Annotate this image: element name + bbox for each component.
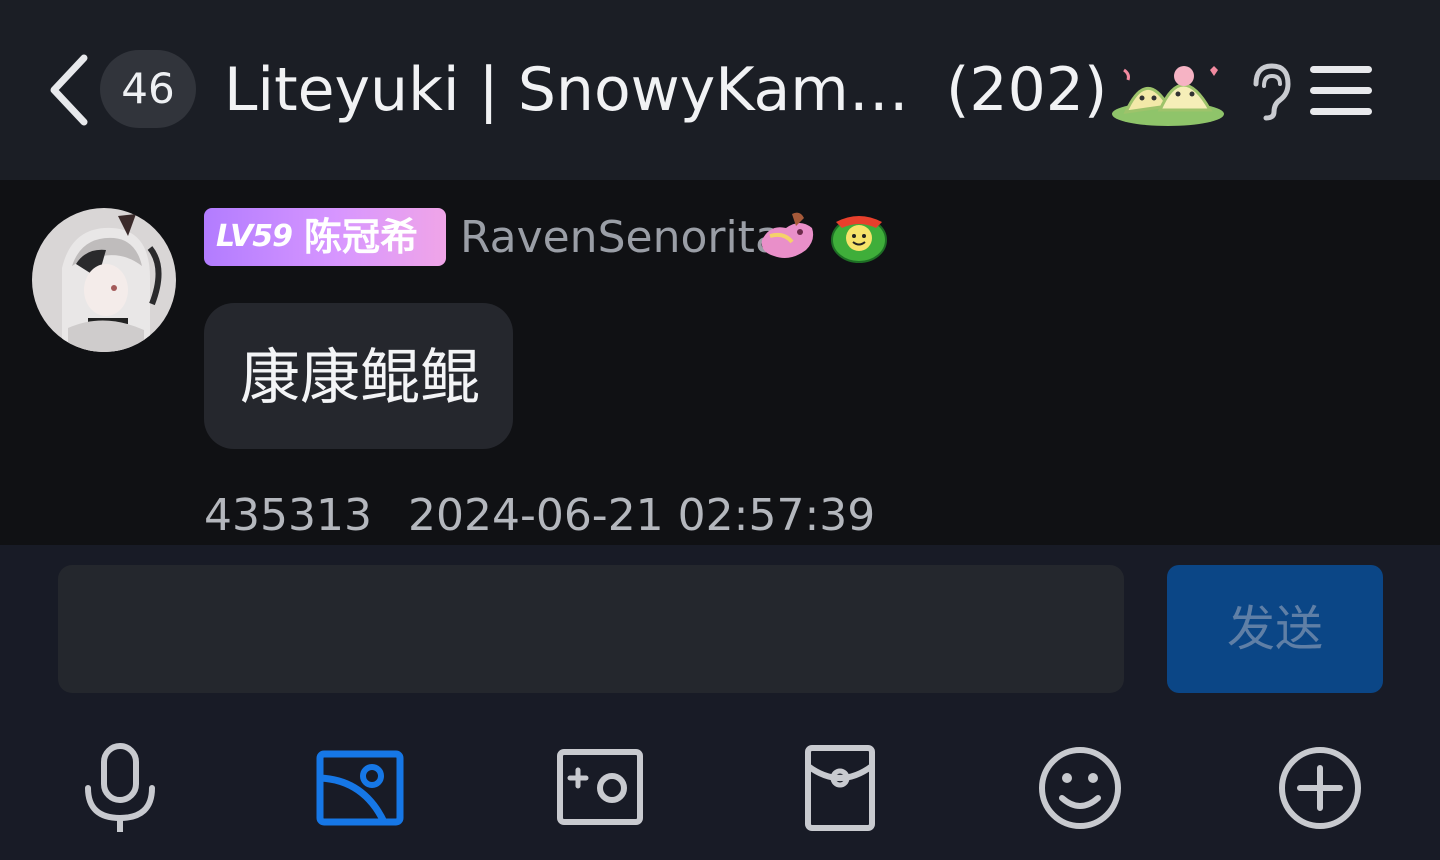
member-count: (202) (946, 55, 1108, 125)
level-text: LV59 (216, 219, 293, 254)
avatar[interactable] (32, 208, 176, 352)
image-icon[interactable] (312, 740, 408, 836)
plus-icon[interactable] (1272, 740, 1368, 836)
rank-title: 陈冠希 (304, 215, 419, 259)
red-packet-icon[interactable] (792, 740, 888, 836)
zongzi-sticker-icon[interactable] (1106, 52, 1230, 130)
frog-sticker-icon (831, 216, 887, 263)
message-timestamp: 2024-06-21 02:57:39 (407, 490, 876, 541)
group-title[interactable]: Liteyuki | SnowyKami |… (224, 52, 914, 128)
emoji-icon[interactable] (1032, 740, 1128, 836)
message-text: 康康鲲鲲 (240, 343, 480, 413)
send-button[interactable]: 发送 (1167, 565, 1383, 693)
level-badge: LV59 陈冠希 (204, 208, 446, 266)
message-bubble[interactable]: 康康鲲鲲 (204, 303, 513, 449)
back-arrow-icon[interactable] (44, 52, 94, 128)
ear-icon[interactable] (1248, 62, 1292, 122)
message-meta: 435313 2024-06-21 02:57:39 (204, 490, 875, 542)
unread-count-badge[interactable]: 46 (100, 50, 196, 128)
sender-id: 435313 (204, 490, 372, 541)
sender-name[interactable]: RavenSenorita (460, 210, 782, 266)
dragon-sticker-icon (761, 212, 814, 258)
microphone-icon[interactable] (72, 740, 168, 836)
menu-icon[interactable] (1310, 64, 1372, 118)
message-input[interactable] (58, 565, 1124, 693)
camera-icon[interactable] (552, 740, 648, 836)
